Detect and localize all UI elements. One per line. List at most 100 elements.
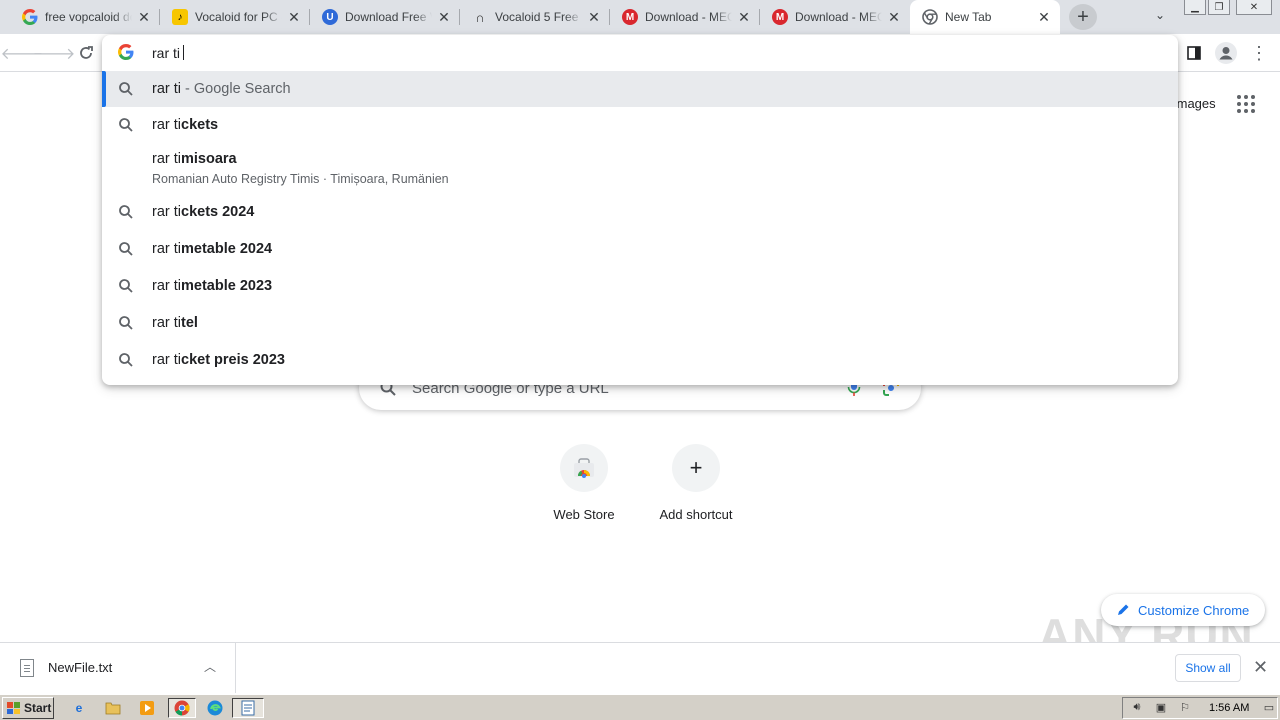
folder-icon[interactable] [102, 698, 124, 718]
omnibox-dropdown: rar ti rar ti - Google Search rar ticket… [102, 35, 1178, 385]
suggestion-prefix: rar ti [152, 315, 181, 331]
google-favicon-icon [22, 9, 38, 25]
suggestion-completion: ckets 2024 [181, 204, 255, 220]
suggestion-item[interactable]: rar timisoara Romanian Auto Registry Tim… [102, 144, 1178, 194]
mega-favicon-icon: M [772, 9, 788, 25]
suggestion-item[interactable]: rar timetable 2023 [102, 268, 1178, 305]
flag-icon[interactable]: ⚐ [1177, 701, 1193, 715]
suggestion-completion: tel [181, 315, 198, 331]
suggestion-completion: cket preis 2023 [181, 352, 285, 368]
close-icon[interactable]: ✕ [286, 9, 302, 25]
omnibox-input[interactable]: rar ti [102, 35, 1178, 71]
suggestion-item[interactable]: rar ti - Google Search [102, 71, 1178, 107]
suggestion-item[interactable]: rar tickets [102, 107, 1178, 144]
suggestion-item[interactable]: rar ticket preis 2023 [102, 342, 1178, 379]
file-icon [20, 659, 34, 677]
close-window-button[interactable]: ✕ [1236, 0, 1272, 15]
tab-5[interactable]: M Download - MEGA ✕ [610, 0, 760, 34]
download-file-name: NewFile.txt [48, 660, 113, 675]
tab-title: free vopcaloid download [45, 10, 132, 24]
media-player-icon[interactable] [136, 698, 158, 718]
tab-2[interactable]: ♪ Vocaloid for PC - Download ✕ [160, 0, 310, 34]
shortcut-web-store[interactable]: Web Store [528, 444, 640, 522]
show-desktop-icon[interactable]: ▭ [1261, 701, 1277, 715]
tab-title: New Tab [945, 10, 992, 24]
network-icon[interactable]: ▣ [1153, 701, 1169, 715]
close-icon[interactable]: ✕ [736, 9, 752, 25]
customize-label: Customize Chrome [1138, 602, 1250, 618]
vocaloid-favicon-icon: ♪ [172, 9, 188, 25]
suggestion-completion: metable 2024 [181, 241, 273, 257]
close-icon[interactable]: ✕ [436, 9, 452, 25]
shortcut-label: Web Store [553, 507, 615, 522]
minimize-button[interactable]: ▁ [1184, 0, 1206, 15]
search-icon [119, 82, 133, 96]
close-icon[interactable]: ✕ [886, 9, 902, 25]
headphones-favicon-icon: ∩ [475, 9, 485, 25]
suggestion-prefix: rar ti [152, 204, 181, 220]
suggestion-completion: metable 2023 [181, 278, 273, 294]
shortcut-add[interactable]: + Add shortcut [640, 444, 752, 522]
suggestion-prefix: rar ti [152, 151, 181, 167]
tab-title: Download - MEGA [645, 10, 732, 24]
tab-title: Download - MEGA [795, 10, 882, 24]
suggestion-item[interactable]: rar titel [102, 305, 1178, 342]
download-shelf: NewFile.txt ︿ Show all ✕ [0, 642, 1280, 693]
start-button[interactable]: Start [2, 697, 54, 719]
reload-button[interactable] [74, 41, 98, 65]
show-all-button[interactable]: Show all [1175, 654, 1241, 682]
close-icon[interactable]: ✕ [586, 9, 602, 25]
suggestion-item[interactable]: rar timetable 2024 [102, 231, 1178, 268]
menu-icon[interactable]: ⋮ [1247, 41, 1271, 65]
chevron-up-icon[interactable]: ︿ [204, 658, 216, 675]
tab-new-tab[interactable]: New Tab ✕ [910, 0, 1060, 34]
tab-title: Vocaloid for PC - Download [195, 10, 282, 24]
tab-3[interactable]: U Download Free Vocaloid ✕ [310, 0, 460, 34]
tab-6[interactable]: M Download - MEGA ✕ [760, 0, 910, 34]
customize-chrome-button[interactable]: Customize Chrome [1101, 594, 1265, 626]
tab-title: Vocaloid 5 Free Download [495, 10, 582, 24]
notepad-taskbar-icon[interactable] [232, 698, 264, 718]
apps-grid-icon[interactable] [1237, 95, 1255, 113]
suggestion-prefix: rar ti [152, 352, 181, 368]
chrome-taskbar-icon[interactable] [168, 698, 196, 718]
suggestion-item[interactable]: rar tickets 2024 [102, 194, 1178, 231]
suggestion-completion: misoara [181, 151, 237, 167]
tab-4[interactable]: ∩ Vocaloid 5 Free Download ✕ [460, 0, 610, 34]
profile-avatar[interactable] [1214, 41, 1238, 65]
download-item[interactable]: NewFile.txt ︿ [0, 643, 236, 693]
tab-title: Download Free Vocaloid [345, 10, 432, 24]
suggestion-suffix: - Google Search [181, 81, 291, 97]
images-link[interactable]: Images [1173, 96, 1216, 111]
tab-strip: free vopcaloid download ✕ ♪ Vocaloid for… [0, 0, 1280, 34]
suggestion-prefix: rar ti [152, 117, 181, 133]
internet-explorer-icon[interactable]: e [68, 698, 90, 718]
new-tab-button[interactable]: + [1069, 4, 1097, 30]
tab-1[interactable]: free vopcaloid download ✕ [10, 0, 160, 34]
forward-button[interactable]: 🡒 [33, 41, 76, 65]
chevron-down-icon[interactable]: ⌄ [1150, 8, 1170, 26]
side-panel-icon[interactable] [1182, 41, 1206, 65]
pencil-icon [1118, 604, 1129, 615]
mega-favicon-icon: M [622, 9, 638, 25]
clock: 1:56 AM [1209, 702, 1250, 714]
back-button[interactable]: 🡐 [1, 41, 44, 65]
close-icon[interactable]: ✕ [1253, 657, 1268, 678]
close-icon[interactable]: ✕ [1036, 9, 1052, 25]
shortcut-label: Add shortcut [659, 507, 733, 522]
suggestion-detail: Romanian Auto Registry Timis · Timișoara… [152, 172, 449, 186]
chrome-favicon-icon [922, 9, 938, 25]
search-icon [119, 279, 133, 293]
search-icon [119, 205, 133, 219]
system-tray: 🔊︎ ▣ ⚐ 1:56 AM ▭ [1122, 697, 1278, 719]
search-icon [119, 118, 133, 132]
volume-icon[interactable]: 🔊︎ [1129, 701, 1145, 715]
edge-icon[interactable] [204, 698, 226, 718]
start-label: Start [24, 701, 52, 715]
search-icon [119, 353, 133, 367]
restore-button[interactable]: ❐ [1208, 0, 1230, 15]
suggestion-text: rar ti [152, 81, 181, 97]
uptodown-favicon-icon: U [322, 9, 338, 25]
close-icon[interactable]: ✕ [136, 9, 152, 25]
suggestion-completion: ckets [181, 117, 219, 133]
